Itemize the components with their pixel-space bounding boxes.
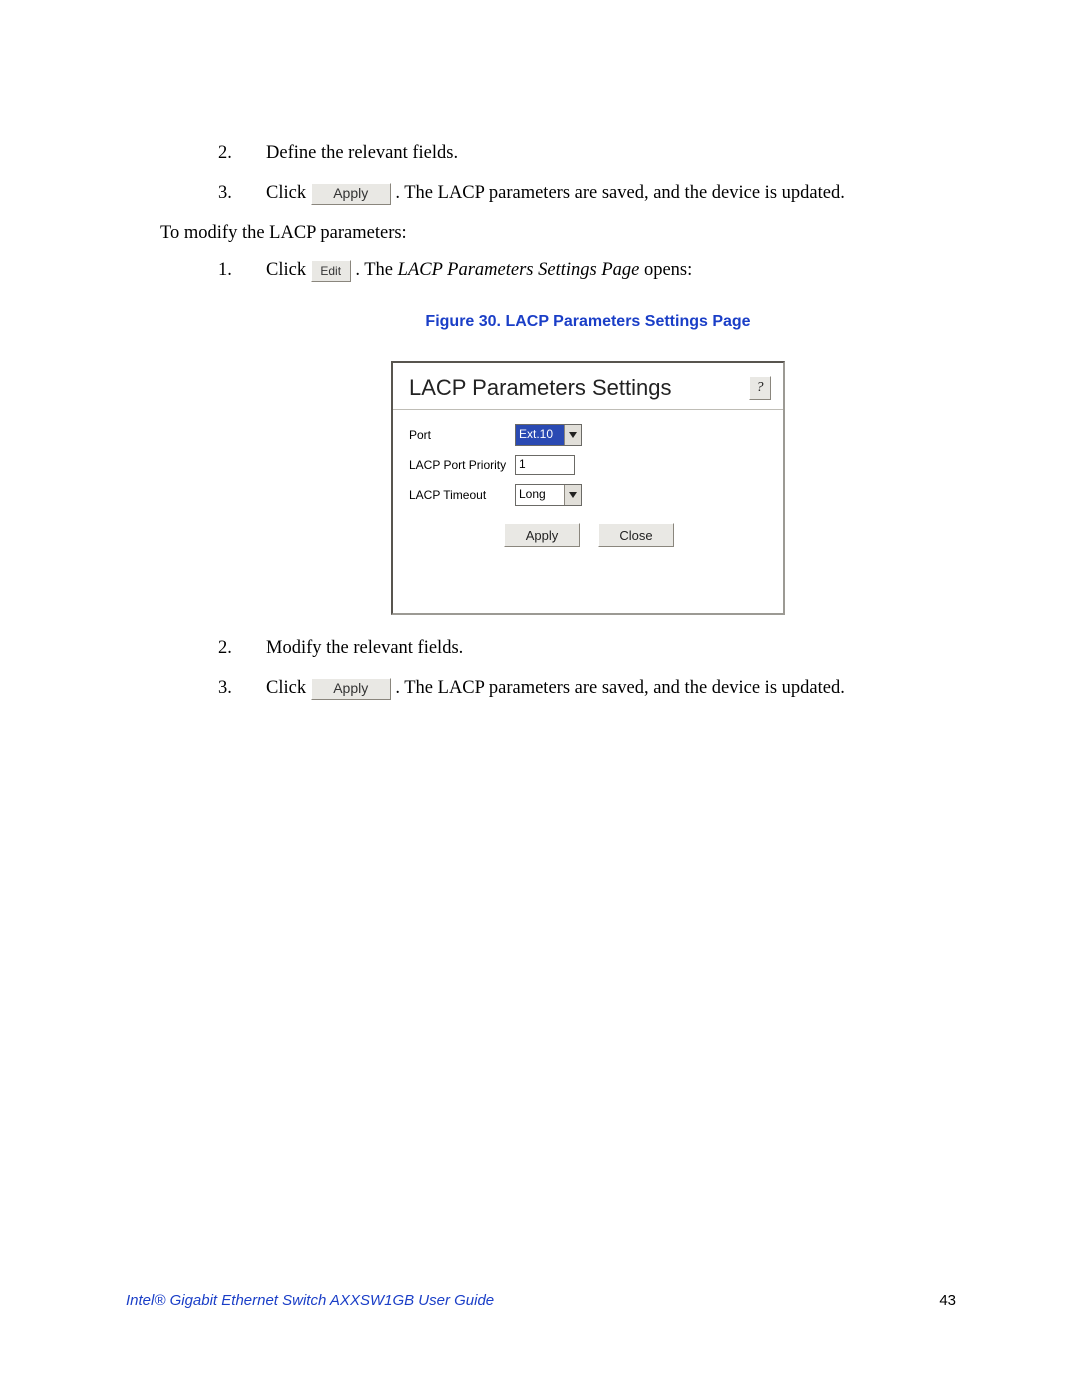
step-3-apply-bottom: 3. Click Apply . The LACP parameters are…	[208, 675, 968, 703]
text-fragment: opens:	[644, 260, 692, 280]
list-number: 2.	[208, 635, 266, 663]
lacp-settings-dialog: LACP Parameters Settings ? Port Ext.10 L…	[391, 361, 785, 615]
timeout-row: LACP Timeout Long	[409, 484, 769, 506]
text-fragment: . The LACP parameters are saved, and the…	[395, 183, 845, 203]
priority-row: LACP Port Priority 1	[409, 455, 769, 475]
text-fragment: . The LACP parameters are saved, and the…	[395, 678, 845, 698]
chevron-down-icon	[564, 485, 581, 505]
step-1-edit: 1. Click Edit . The LACP Parameters Sett…	[208, 257, 968, 285]
port-label: Port	[409, 428, 515, 442]
list-number: 1.	[208, 257, 266, 285]
timeout-select[interactable]: Long	[515, 484, 582, 506]
edit-button[interactable]: Edit	[311, 260, 351, 282]
step-3-apply: 3. Click Apply . The LACP parameters are…	[208, 180, 968, 208]
figure-caption: Figure 30. LACP Parameters Settings Page	[208, 313, 968, 331]
step-text: Modify the relevant fields.	[266, 635, 968, 663]
text-fragment: Click	[266, 260, 311, 280]
step-2-define: 2. Define the relevant fields.	[208, 140, 968, 168]
text-fragment: . The	[355, 260, 397, 280]
dialog-title: LACP Parameters Settings	[409, 375, 672, 401]
dialog-body: Port Ext.10 LACP Port Priority 1 LACP Ti…	[393, 410, 783, 613]
priority-input[interactable]: 1	[515, 455, 575, 475]
text-fragment: Click	[266, 678, 311, 698]
content-area: 2. Define the relevant fields. 3. Click …	[208, 140, 968, 715]
apply-button[interactable]: Apply	[311, 183, 391, 205]
chevron-down-icon	[564, 425, 581, 445]
text-fragment: Click	[266, 183, 311, 203]
timeout-value: Long	[516, 485, 564, 505]
step-2-modify: 2. Modify the relevant fields.	[208, 635, 968, 663]
dialog-header: LACP Parameters Settings ?	[393, 363, 783, 410]
dialog-close-button[interactable]: Close	[598, 523, 674, 547]
list-number: 2.	[208, 140, 266, 168]
page: 2. Define the relevant fields. 3. Click …	[0, 0, 1080, 1397]
page-footer: Intel® Gigabit Ethernet Switch AXXSW1GB …	[126, 1292, 956, 1309]
port-select[interactable]: Ext.10	[515, 424, 582, 446]
modify-intro: To modify the LACP parameters:	[160, 220, 968, 248]
footer-title: Intel® Gigabit Ethernet Switch AXXSW1GB …	[126, 1292, 494, 1309]
list-number: 3.	[208, 675, 266, 703]
list-number: 3.	[208, 180, 266, 208]
step-text: Click Apply . The LACP parameters are sa…	[266, 675, 968, 703]
port-row: Port Ext.10	[409, 424, 769, 446]
page-name-italic: LACP Parameters Settings Page	[398, 260, 640, 280]
timeout-label: LACP Timeout	[409, 488, 515, 502]
port-value: Ext.10	[516, 425, 564, 445]
help-icon[interactable]: ?	[749, 376, 771, 400]
spacer	[409, 565, 769, 609]
step-text: Click Edit . The LACP Parameters Setting…	[266, 257, 968, 285]
dialog-button-row: Apply Close	[409, 515, 769, 565]
priority-label: LACP Port Priority	[409, 458, 515, 472]
dialog-apply-button[interactable]: Apply	[504, 523, 580, 547]
page-number: 43	[939, 1292, 956, 1309]
text-fragment: To modify the LACP parameters:	[160, 220, 407, 248]
step-text: Define the relevant fields.	[266, 140, 968, 168]
step-text: Click Apply . The LACP parameters are sa…	[266, 180, 968, 208]
apply-button[interactable]: Apply	[311, 678, 391, 700]
